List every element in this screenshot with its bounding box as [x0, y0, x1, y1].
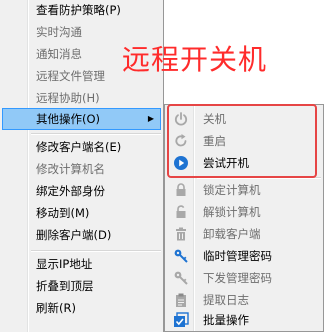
submenu-item-lock-computer[interactable]: 锁定计算机	[167, 179, 321, 201]
menu-separator	[31, 133, 161, 135]
submenu-item-shutdown[interactable]: 关机	[167, 108, 321, 130]
submenu-other-operations: 关机 重启 尝试开机 锁定计算机 解锁计算机 卸载客户端 临时管理密码 下发管理…	[164, 104, 324, 332]
submenu-item-label: 临时管理密码	[203, 249, 272, 263]
submenu-item-batch-operations[interactable]: 批量操作	[167, 309, 321, 331]
submenu-item-label: 解锁计算机	[203, 205, 261, 219]
menu-item-refresh[interactable]: 刷新(R)	[2, 297, 161, 319]
menu-item-rename-client[interactable]: 修改客户端名(E)	[2, 136, 161, 158]
submenu-item-label: 锁定计算机	[203, 183, 261, 197]
submenu-item-label: 重启	[203, 134, 226, 148]
unlock-icon	[176, 205, 186, 218]
menu-item-label: 其他操作(O)	[36, 112, 101, 126]
submenu-item-temp-admin-password[interactable]: 临时管理密码	[167, 245, 321, 267]
play-icon	[174, 156, 188, 170]
menu-item-view-policy[interactable]: 查看防护策略(P)	[2, 0, 161, 21]
submenu-item-label: 批量操作	[203, 313, 249, 327]
submenu-item-issue-admin-password[interactable]: 下发管理密码	[167, 267, 321, 289]
menu-item-show-ip[interactable]: 显示IP地址	[2, 253, 161, 275]
menu-item-remote-assist[interactable]: 远程协助(H)	[2, 87, 161, 109]
lock-icon	[176, 183, 186, 196]
menu-separator	[31, 250, 161, 252]
submenu-item-restart[interactable]: 重启	[167, 130, 321, 152]
menu-item-bind-identity[interactable]: 绑定外部身份	[2, 180, 161, 202]
trash-icon	[176, 227, 186, 241]
annotation-title: 远程开关机	[122, 43, 268, 76]
key-icon	[174, 249, 188, 263]
submenu-item-extract-logs[interactable]: 提取日志	[167, 289, 321, 311]
menu-item-collapse-top[interactable]: 折叠到顶层	[2, 275, 161, 297]
power-icon	[174, 112, 188, 126]
submenu-item-label: 提取日志	[203, 293, 249, 307]
submenu-item-uninstall-client[interactable]: 卸载客户端	[167, 223, 321, 245]
submenu-item-unlock-computer[interactable]: 解锁计算机	[167, 201, 321, 223]
submenu-item-label: 下发管理密码	[203, 271, 272, 285]
submenu-item-label: 关机	[203, 112, 226, 126]
submenu-arrow-icon: ▶	[147, 114, 154, 123]
key-icon	[174, 271, 188, 285]
menu-item-move-to[interactable]: 移动到(M)	[2, 202, 161, 224]
submenu-item-label: 尝试开机	[203, 156, 249, 170]
restart-icon	[175, 134, 187, 147]
submenu-item-try-power-on[interactable]: 尝试开机	[167, 152, 321, 174]
menu-item-rename-computer[interactable]: 修改计算机名	[2, 158, 161, 180]
batch-check-icon	[174, 312, 189, 327]
menu-item-other-operations[interactable]: 其他操作(O) ▶	[2, 108, 161, 130]
submenu-item-label: 卸载客户端	[203, 227, 261, 241]
log-icon	[176, 293, 186, 307]
menu-item-delete-client[interactable]: 删除客户端(D)	[2, 224, 161, 246]
